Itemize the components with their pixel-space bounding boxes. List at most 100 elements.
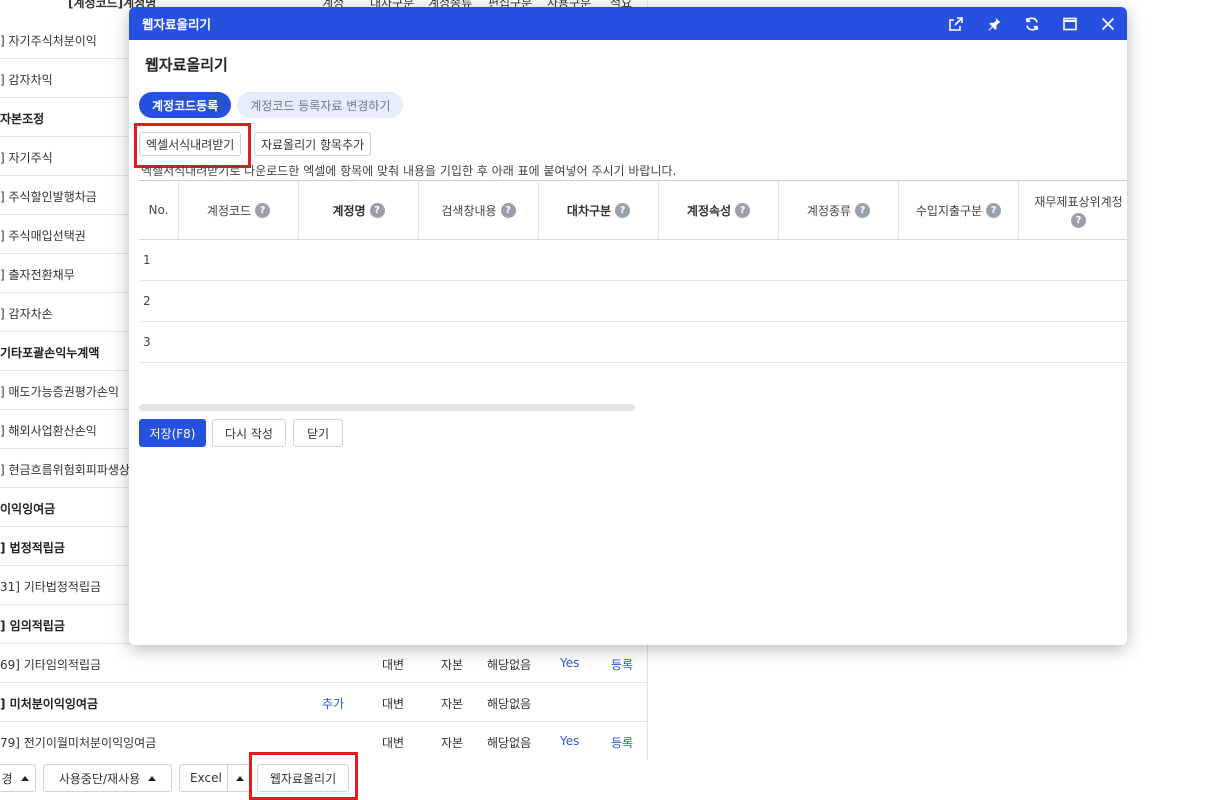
account-name: ] 임의적립금: [0, 619, 65, 633]
row-cell-c2: 대변: [382, 736, 405, 750]
row-number: 3: [143, 335, 151, 349]
row-cell-c4: 해당없음: [487, 697, 532, 711]
account-name: ] 법정적립금: [0, 541, 65, 555]
stop-resume-button[interactable]: 사용중단/재사용: [43, 764, 172, 792]
bottom-toolbar: 경 사용중단/재사용 Excel 웹자료올리기: [0, 752, 1209, 800]
web-upload-button[interactable]: 웹자료올리기: [257, 764, 349, 792]
account-name: ] 출자전환채무: [0, 268, 75, 282]
instruction-text: 엑셀서식내려받기로 다운로드한 엑셀에 항목에 맞춰 내용을 기입한 후 아래 …: [141, 164, 677, 178]
account-name: 31] 기타법정적립금: [0, 580, 102, 594]
add-upload-item-button[interactable]: 자료올리기 항목추가: [254, 132, 372, 156]
partial-dropdown-button[interactable]: 경: [0, 764, 36, 792]
web-upload-dialog: 웹자료올리기 웹자료올리기 계정코드등록 계정코드 등록자료 변경하기 엑셀서식…: [129, 7, 1127, 645]
account-name: ] 주식할인발행차금: [0, 190, 97, 204]
grid-column-header: 수입지출구분?: [899, 181, 1019, 239]
popout-icon[interactable]: [937, 7, 975, 40]
help-icon[interactable]: ?: [855, 202, 871, 218]
row-cell-c3: 자본: [441, 658, 464, 672]
column-label: 계정속성: [686, 203, 732, 218]
help-icon[interactable]: ?: [369, 202, 385, 218]
column-label: 계정종류: [806, 203, 852, 218]
grid-column-header: 계정종류?: [779, 181, 899, 239]
dialog-titlebar: 웹자료올리기: [129, 7, 1127, 40]
account-name: ] 감자차익: [0, 73, 53, 87]
account-name: 69] 기타임의적립금: [0, 658, 102, 672]
table-row[interactable]: 69] 기타임의적립금 대변 자본 해당없음 Yes 등록: [0, 644, 647, 683]
grid-column-header: 재무제표상위계정?: [1019, 181, 1127, 239]
tab-account-code-modify[interactable]: 계정코드 등록자료 변경하기: [237, 92, 404, 118]
account-name: 자본조정: [0, 112, 45, 126]
rewrite-button[interactable]: 다시 작성: [212, 419, 286, 447]
close-icon[interactable]: [1089, 7, 1127, 40]
account-name: ] 해외사업환산손익: [0, 424, 97, 438]
grid-column-header: 검색창내용?: [419, 181, 539, 239]
row-cell-c5: Yes: [560, 656, 580, 670]
row-cell-c2: 대변: [382, 658, 405, 672]
grid-data-row[interactable]: 2: [139, 281, 1127, 322]
grid-column-header: 대차구분?: [539, 181, 659, 239]
dialog-title: 웹자료올리기: [142, 17, 212, 32]
excel-button[interactable]: Excel: [179, 764, 251, 792]
close-button[interactable]: 닫기: [293, 419, 343, 447]
caret-up-icon: [20, 775, 29, 781]
column-label: 대차구분: [566, 203, 612, 218]
grid-header-row: No. 계정코드? 계정명? 검색창내용? 대차구분? 계정속성? 계정종류? 수입지출구분?…: [139, 181, 1127, 240]
web-upload-label: 웹자료올리기: [269, 771, 337, 786]
dialog-tabs: 계정코드등록 계정코드 등록자료 변경하기: [139, 92, 404, 118]
row-number: 2: [143, 294, 151, 308]
caret-up-icon: [148, 775, 157, 781]
account-name: ] 자기주식처분이익: [0, 34, 97, 48]
excel-dropdown-toggle[interactable]: [227, 765, 251, 791]
row-cell-c6[interactable]: 등록: [611, 656, 633, 673]
row-cell-c4: 해당없음: [487, 736, 532, 750]
help-icon[interactable]: ?: [615, 202, 631, 218]
help-icon[interactable]: ?: [500, 202, 516, 218]
row-cell-c3: 자본: [441, 697, 464, 711]
account-name: 기타포괄손익누계액: [0, 346, 100, 360]
maximize-icon[interactable]: [1051, 7, 1089, 40]
dialog-heading: 웹자료올리기: [145, 56, 228, 74]
row-number: 1: [143, 253, 151, 267]
account-name: ] 미처분이익잉여금: [0, 697, 98, 711]
caret-up-icon: [235, 775, 244, 781]
grid-column-header: 계정속성?: [659, 181, 779, 239]
table-row[interactable]: ] 미처분이익잉여금 추가 대변 자본 해당없음: [0, 683, 647, 722]
grid-column-header: 계정명?: [299, 181, 419, 239]
row-cell-c1: 추가: [322, 697, 345, 711]
help-icon[interactable]: ?: [735, 202, 751, 218]
account-name: 79] 전기이월미처분이익잉여금: [0, 736, 157, 750]
row-cell-c6[interactable]: 등록: [611, 734, 633, 751]
stop-resume-label: 사용중단/재사용: [58, 771, 141, 786]
account-name: ] 감자차손: [0, 307, 53, 321]
row-cell-c3: 자본: [441, 736, 464, 750]
account-name: ] 자기주식: [0, 151, 53, 165]
account-name: ] 주식매입선택권: [0, 229, 86, 243]
column-label: 수입지출구분: [915, 203, 983, 218]
save-button[interactable]: 저장(F8): [139, 419, 206, 447]
help-icon[interactable]: ?: [1071, 212, 1086, 228]
table-row[interactable]: 79] 전기이월미처분이익잉여금 대변 자본 해당없음 Yes 등록: [0, 722, 647, 760]
row-cell-c2: 대변: [382, 697, 405, 711]
row-cell-c4: 해당없음: [487, 658, 532, 672]
refresh-icon[interactable]: [1013, 7, 1051, 40]
account-name: ] 매도가능증권평가손익: [0, 385, 119, 399]
help-icon[interactable]: ?: [986, 202, 1002, 218]
partial-dropdown-label: 경: [1, 771, 13, 786]
column-label: 계정코드: [206, 203, 252, 218]
pin-icon[interactable]: [975, 7, 1013, 40]
excel-template-download-button[interactable]: 엑셀서식내려받기: [139, 132, 242, 156]
column-label: 재무제표상위계정: [1034, 194, 1123, 209]
column-label: 검색창내용: [441, 203, 497, 218]
column-label: 계정명: [332, 203, 366, 218]
help-icon[interactable]: ?: [255, 202, 271, 218]
excel-label: Excel: [190, 771, 222, 785]
horizontal-scrollbar[interactable]: [139, 404, 635, 411]
grid-column-header: No.: [139, 181, 179, 239]
grid-column-header: 계정코드?: [179, 181, 299, 239]
grid-data-row[interactable]: 3: [139, 322, 1127, 363]
tab-account-code-register[interactable]: 계정코드등록: [139, 92, 232, 118]
column-label: No.: [148, 203, 169, 217]
account-name: 이익잉여금: [0, 502, 56, 516]
upload-grid: No. 계정코드? 계정명? 검색창내용? 대차구분? 계정속성? 계정종류? 수입지출구분?…: [139, 180, 1127, 363]
grid-data-row[interactable]: 1: [139, 240, 1127, 281]
